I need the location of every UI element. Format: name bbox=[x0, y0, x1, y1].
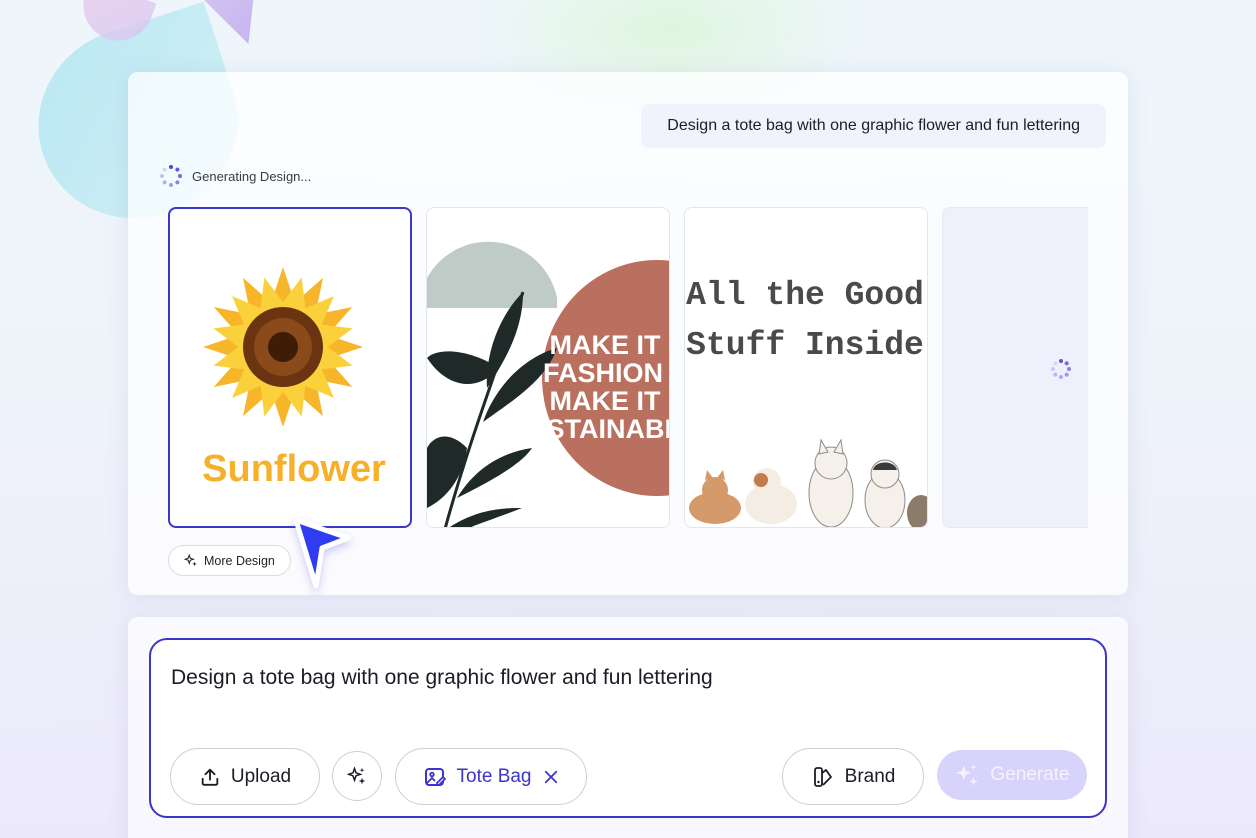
design-tile-good-stuff[interactable]: All the Good Stuff Inside bbox=[684, 207, 928, 528]
brand-button[interactable]: Brand bbox=[782, 748, 924, 805]
brand-label: Brand bbox=[844, 765, 896, 787]
design-text-line: MAKE IT bbox=[550, 386, 662, 416]
prompt-input[interactable]: Design a tote bag with one graphic flowe… bbox=[149, 638, 1107, 818]
fashion-illustration: MAKE IT FASHION MAKE IT SUSTAINABL bbox=[427, 208, 670, 527]
design-text-line: All the Good bbox=[686, 277, 924, 314]
magic-enhance-button[interactable] bbox=[332, 751, 382, 801]
generate-label: Generate bbox=[990, 764, 1070, 785]
design-text-line: Stuff Inside bbox=[686, 327, 924, 364]
design-text-line: FASHION bbox=[543, 358, 663, 388]
image-edit-icon bbox=[424, 767, 446, 786]
cats-illustration: All the Good Stuff Inside bbox=[685, 208, 927, 527]
product-tag-label: Tote Bag bbox=[456, 765, 532, 787]
decorative-shape bbox=[198, 0, 254, 44]
sparkle-icon bbox=[184, 553, 197, 566]
sparkle-icon bbox=[347, 766, 366, 785]
upload-button[interactable]: Upload bbox=[170, 748, 320, 805]
brand-kit-icon bbox=[813, 766, 832, 787]
mouse-pointer-icon bbox=[293, 517, 351, 589]
loading-spinner-icon bbox=[1050, 358, 1072, 380]
upload-icon bbox=[201, 768, 219, 786]
generate-button[interactable]: Generate bbox=[937, 750, 1087, 800]
design-results-row: Sunflower MAKE IT FASHION MAKE IT SUSTAI… bbox=[168, 207, 1088, 529]
close-icon[interactable] bbox=[542, 768, 560, 786]
user-prompt-bubble: Design a tote bag with one graphic flowe… bbox=[641, 104, 1106, 148]
sunflower-illustration: Sunflower bbox=[202, 267, 386, 490]
design-tile-make-it-fashion[interactable]: MAKE IT FASHION MAKE IT SUSTAINABL bbox=[426, 207, 670, 528]
loading-spinner-icon bbox=[160, 165, 182, 187]
prompt-composer-panel: Design a tote bag with one graphic flowe… bbox=[128, 617, 1128, 838]
decorative-shape bbox=[73, 0, 157, 51]
design-text-sunflower: Sunflower bbox=[202, 448, 386, 490]
sparkle-icon bbox=[956, 764, 979, 786]
prompt-input-value[interactable]: Design a tote bag with one graphic flowe… bbox=[171, 666, 713, 690]
design-tile-loading bbox=[942, 207, 1088, 528]
more-design-label: More Design bbox=[204, 553, 275, 568]
design-results-card: Design a tote bag with one graphic flowe… bbox=[128, 72, 1128, 595]
more-design-button[interactable]: More Design bbox=[168, 545, 291, 576]
status-text: Generating Design... bbox=[192, 168, 312, 184]
upload-label: Upload bbox=[230, 765, 292, 787]
design-text-line: SUSTAINABL bbox=[509, 414, 670, 444]
generation-status: Generating Design... bbox=[160, 165, 311, 187]
design-tile-sunflower[interactable]: Sunflower bbox=[168, 207, 412, 528]
design-text-line: MAKE IT bbox=[550, 330, 662, 360]
product-tag-tote-bag[interactable]: Tote Bag bbox=[395, 748, 587, 805]
